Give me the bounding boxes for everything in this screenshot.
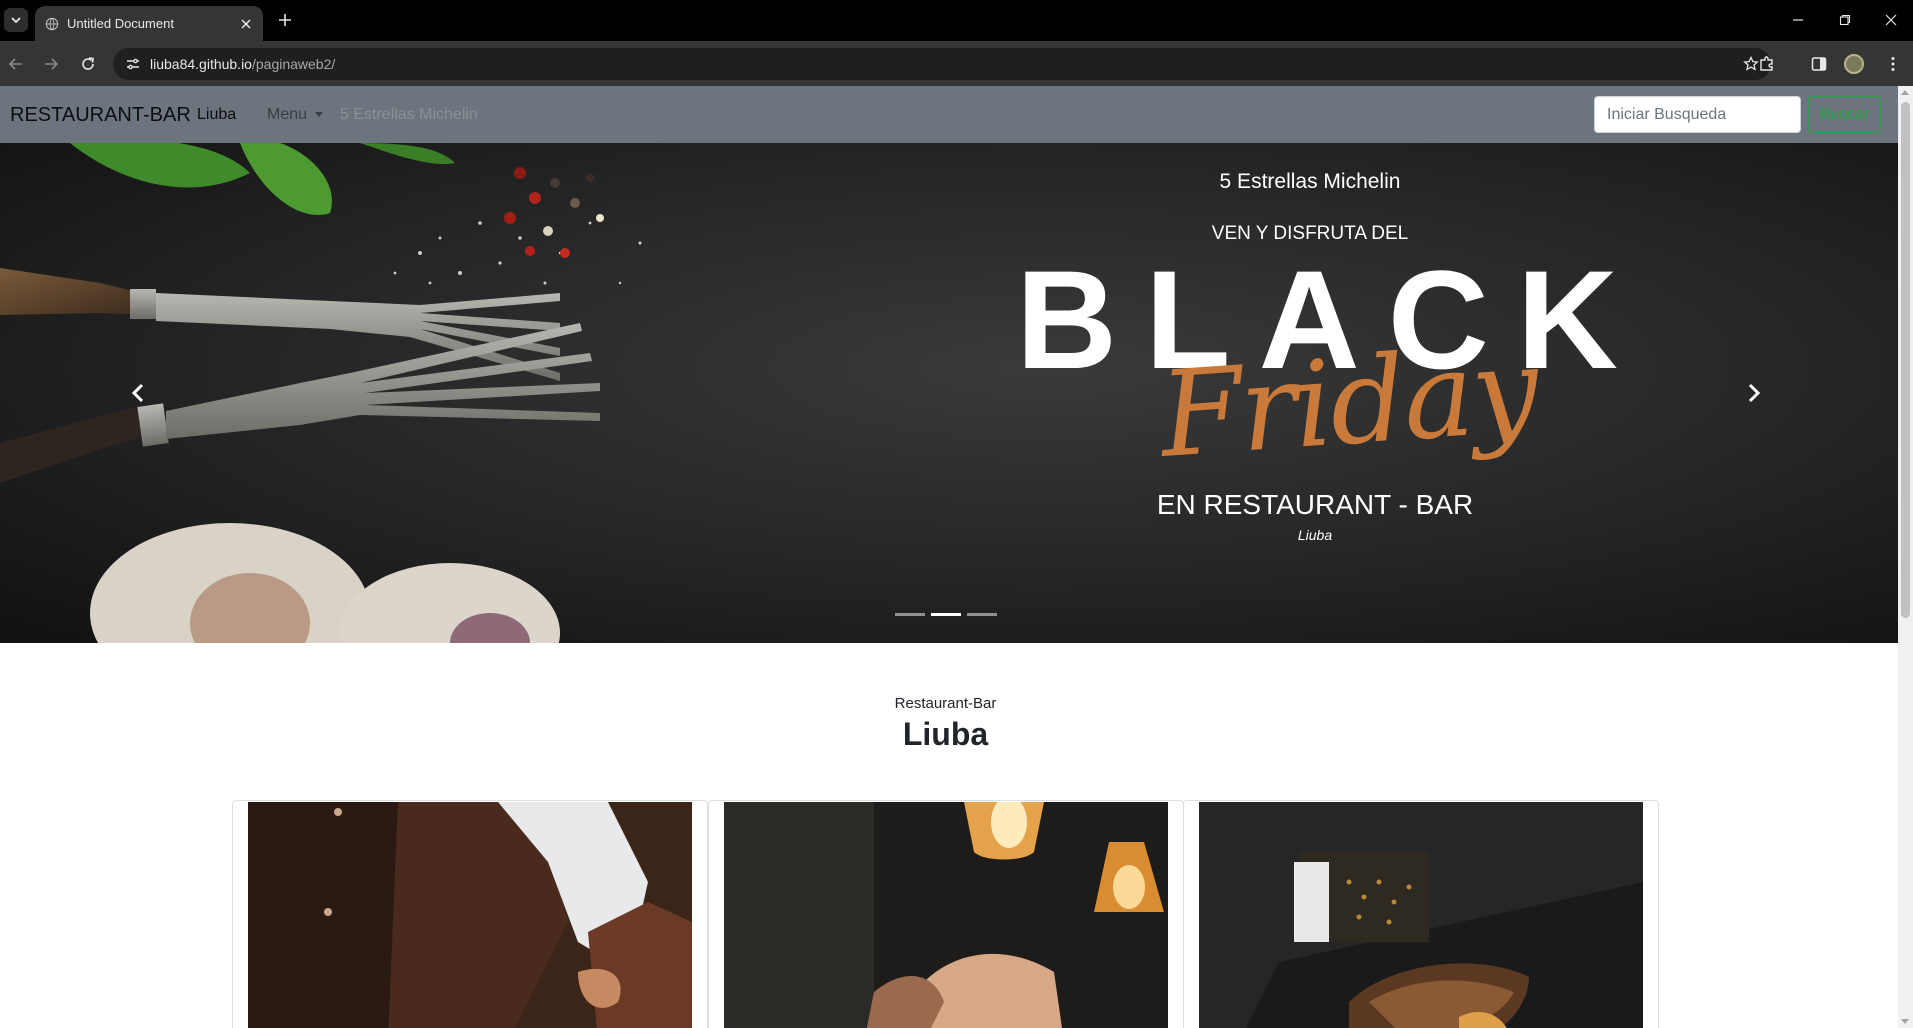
url-host: liuba84.github.io [150, 56, 252, 72]
card-2-image [724, 802, 1168, 1028]
browser-tab[interactable]: Untitled Document [35, 6, 263, 41]
page-viewport: RESTAURANT-BAR Liuba Menu 5 Estrellas Mi… [0, 86, 1913, 1028]
more-menu-icon[interactable] [1882, 53, 1904, 75]
chevron-left-icon [131, 383, 144, 403]
nav-link-liuba[interactable]: Liuba [197, 106, 236, 124]
globe-icon [45, 17, 59, 31]
profile-avatar[interactable] [1844, 54, 1864, 74]
browser-tabstrip: Untitled Document [0, 0, 1913, 41]
scroll-up-icon[interactable] [1901, 90, 1909, 95]
caret-down-icon [315, 112, 324, 118]
site-settings-icon[interactable] [125, 56, 141, 72]
card-2 [708, 800, 1184, 1028]
search-button[interactable]: Buscar [1808, 96, 1881, 133]
extensions-icon[interactable] [1756, 53, 1778, 75]
page-scrollbar[interactable] [1898, 86, 1913, 1028]
section-title: Liuba [902, 716, 989, 752]
card-3-image [1199, 802, 1643, 1028]
carousel-indicators [895, 613, 997, 616]
carousel-caption-subtitle: Liuba [1297, 527, 1333, 543]
navbar-brand[interactable]: RESTAURANT-BAR [10, 104, 191, 127]
carousel-prev-button[interactable] [118, 373, 158, 413]
url-path: /paginaweb2/ [251, 56, 336, 72]
tab-close-icon[interactable] [237, 15, 255, 33]
scrollbar-thumb[interactable] [1901, 102, 1910, 618]
promo-friday-word: Friday [1155, 320, 1541, 484]
restore-icon[interactable] [1833, 8, 1857, 32]
back-icon[interactable] [3, 51, 29, 77]
forward-icon[interactable] [38, 51, 64, 77]
carousel-indicator-1[interactable] [895, 613, 925, 616]
chevron-down-icon [11, 17, 21, 24]
card-3 [1183, 800, 1659, 1028]
card-1-image [248, 802, 692, 1028]
carousel-caption-stars: 5 Estrellas Michelin [1219, 170, 1401, 193]
chevron-right-icon [1748, 383, 1761, 403]
close-window-icon[interactable] [1879, 8, 1903, 32]
site-navbar: RESTAURANT-BAR Liuba Menu 5 Estrellas Mi… [0, 86, 1898, 143]
carousel-caption-title: EN RESTAURANT - BAR [1156, 489, 1474, 520]
tab-search-button[interactable] [4, 8, 28, 32]
card-1 [232, 800, 708, 1028]
carousel-indicator-3[interactable] [967, 613, 997, 616]
minimize-icon[interactable] [1786, 8, 1810, 32]
address-bar[interactable]: liuba84.github.io/paginaweb2/ [113, 48, 1771, 80]
reload-icon[interactable] [75, 51, 101, 77]
scroll-down-icon[interactable] [1901, 1019, 1909, 1024]
nav-dropdown-label: Menu [267, 106, 308, 123]
url-text: liuba84.github.io/paginaweb2/ [150, 56, 335, 72]
hero-carousel: 5 Estrellas Michelin VEN Y DISFRUTA DEL … [0, 143, 1898, 643]
section-subtitle: Restaurant-Bar [894, 695, 997, 712]
side-panel-icon[interactable] [1808, 53, 1830, 75]
carousel-next-button[interactable] [1734, 373, 1774, 413]
search-input[interactable] [1594, 96, 1801, 133]
tab-title: Untitled Document [67, 16, 174, 31]
nav-link-michelin: 5 Estrellas Michelin [340, 106, 478, 123]
nav-dropdown-menu[interactable]: Menu [267, 106, 324, 124]
browser-toolbar: liuba84.github.io/paginaweb2/ [0, 41, 1913, 86]
new-tab-icon[interactable] [275, 10, 295, 30]
carousel-indicator-2[interactable] [931, 613, 961, 616]
